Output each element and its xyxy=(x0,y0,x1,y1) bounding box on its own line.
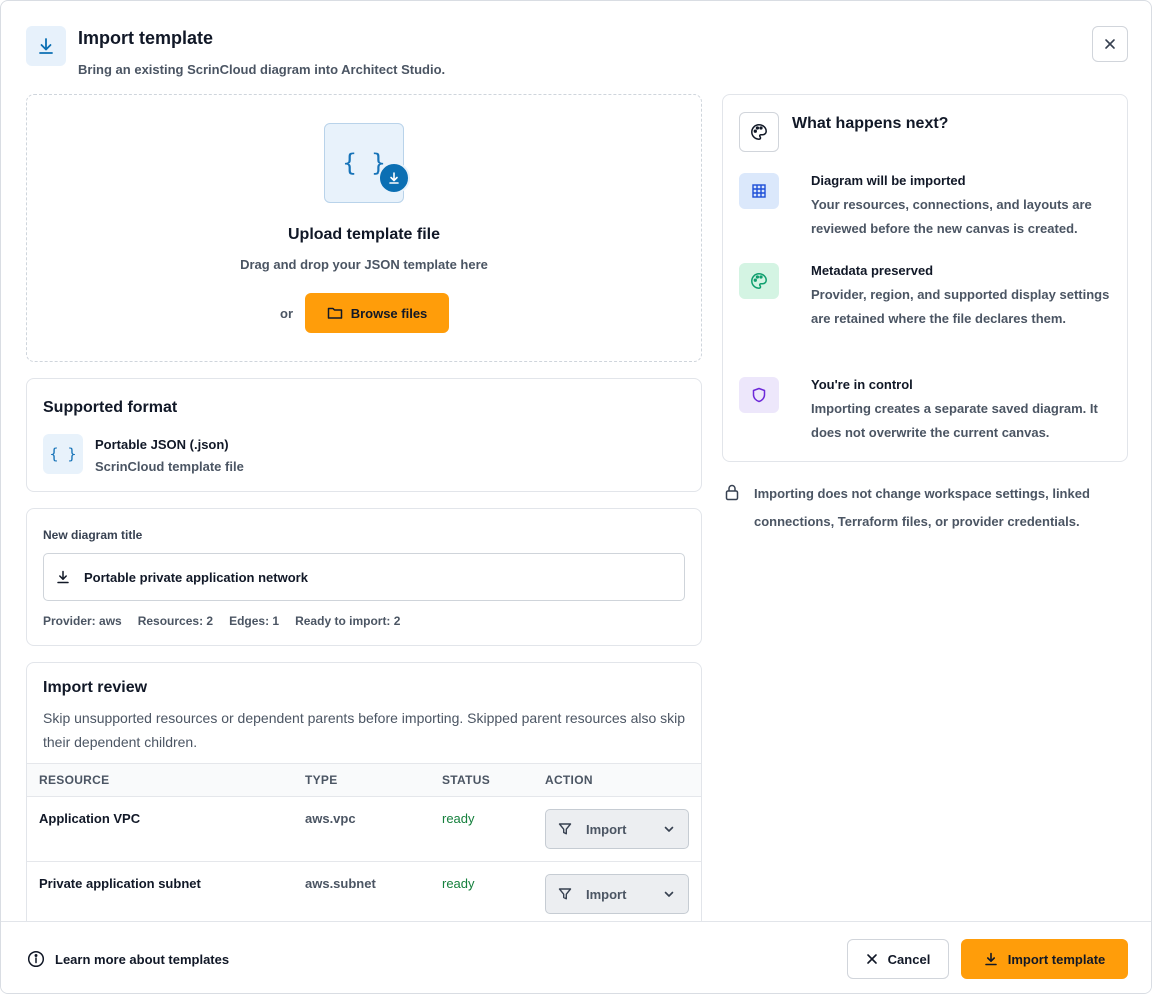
filter-icon xyxy=(558,823,572,835)
diagram-title-card: New diagram title Portable private appli… xyxy=(26,508,702,646)
diagram-title-label: New diagram title xyxy=(43,528,143,542)
cancel-button[interactable]: Cancel xyxy=(847,939,949,979)
download-icon xyxy=(57,570,69,584)
resource-name: Private application subnet xyxy=(39,876,201,891)
upload-title: Upload template file xyxy=(287,226,441,243)
step-title: Metadata preserved xyxy=(811,263,934,278)
resource-type: aws.subnet xyxy=(305,876,376,891)
dialog-title: Import template xyxy=(78,28,214,48)
import-review-table: RESOURCE TYPE STATUS ACTION Application … xyxy=(27,763,701,927)
resource-action-value: Import xyxy=(586,821,627,837)
learn-more-link[interactable]: Learn more about templates xyxy=(27,950,229,968)
resource-action-select[interactable]: Import xyxy=(545,874,689,914)
table-row: Application VPC aws.vpc ready Import xyxy=(27,797,701,862)
resource-type: aws.vpc xyxy=(305,811,356,826)
download-badge-icon xyxy=(378,162,410,194)
col-status: STATUS xyxy=(442,773,491,787)
download-icon xyxy=(26,26,66,66)
format-description: ScrinCloud template file xyxy=(95,459,244,474)
filter-icon xyxy=(558,888,572,900)
or-label: or xyxy=(280,306,293,321)
step-description: Provider, region, and supported display … xyxy=(811,287,1110,326)
json-format-icon: { } xyxy=(43,434,83,474)
chevron-down-icon xyxy=(664,826,674,832)
dialog-subtitle: Bring an existing ScrinCloud diagram int… xyxy=(78,62,446,77)
format-name: Portable JSON (.json) xyxy=(95,437,229,452)
resource-status: ready xyxy=(442,876,475,891)
what-happens-next-card: What happens next? Diagram will be impor… xyxy=(722,94,1128,462)
chevron-down-icon xyxy=(664,891,674,897)
learn-more-label: Learn more about templates xyxy=(55,951,230,967)
import-review-heading: Import review xyxy=(43,679,148,696)
step-title: You're in control xyxy=(811,377,913,392)
close-button[interactable] xyxy=(1092,26,1128,62)
shield-icon xyxy=(739,377,779,413)
info-icon xyxy=(27,950,45,968)
table-row: Private application subnet aws.subnet re… xyxy=(27,862,701,927)
resource-status: ready xyxy=(442,811,475,826)
step-description: Importing creates a separate saved diagr… xyxy=(811,401,1098,440)
resource-action-select[interactable]: Import xyxy=(545,809,689,849)
dialog-footer: Learn more about templates Cancel Import… xyxy=(1,921,1151,993)
json-format-icon-glyph: { } xyxy=(49,445,77,463)
stat-edges: Edges: 1 xyxy=(229,614,280,628)
supported-format-card: Supported format { } Portable JSON (.jso… xyxy=(26,378,702,492)
import-review-description: Skip unsupported resources or dependent … xyxy=(43,710,686,750)
col-type: TYPE xyxy=(305,773,338,787)
close-icon xyxy=(866,954,877,964)
step-title: Diagram will be imported xyxy=(811,173,966,188)
resource-action-value: Import xyxy=(586,886,627,902)
lock-icon xyxy=(724,483,740,501)
palette-icon xyxy=(739,112,779,152)
resource-name: Application VPC xyxy=(39,811,141,826)
import-template-button[interactable]: Import template xyxy=(961,939,1128,979)
browse-files-button[interactable]: Browse files xyxy=(305,293,449,333)
diagram-title-value: Portable private application network xyxy=(84,569,308,585)
folder-icon xyxy=(327,307,342,319)
diagram-title-input[interactable]: Portable private application network xyxy=(43,553,685,601)
palette-icon xyxy=(739,263,779,299)
supported-format-heading: Supported format xyxy=(43,399,178,416)
import-template-dialog: Import template Bring an existing ScrinC… xyxy=(0,0,1152,994)
cancel-label: Cancel xyxy=(887,951,931,967)
stat-provider: Provider: aws xyxy=(43,614,122,628)
close-icon xyxy=(1105,39,1115,49)
col-resource: RESOURCE xyxy=(39,773,110,787)
import-review-card: Import review Skip unsupported resources… xyxy=(26,662,702,962)
workspace-note: Importing does not change workspace sett… xyxy=(754,486,1090,529)
import-stats: Provider: aws Resources: 2 Edges: 1 Read… xyxy=(43,614,400,628)
grid-icon xyxy=(739,173,779,209)
stat-resources: Resources: 2 xyxy=(137,614,214,628)
upload-subtitle: Drag and drop your JSON template here xyxy=(240,257,488,272)
browse-files-label: Browse files xyxy=(350,305,428,321)
download-icon xyxy=(984,952,997,966)
import-template-label: Import template xyxy=(1007,951,1106,967)
stat-ready: Ready to import: 2 xyxy=(295,614,401,628)
col-action: ACTION xyxy=(545,773,593,787)
table-header: RESOURCE TYPE STATUS ACTION xyxy=(27,763,701,797)
upload-dropzone[interactable]: { } Upload template file Drag and drop y… xyxy=(26,94,702,362)
step-description: Your resources, connections, and layouts… xyxy=(811,197,1092,236)
what-happens-next-heading: What happens next? xyxy=(792,115,949,132)
